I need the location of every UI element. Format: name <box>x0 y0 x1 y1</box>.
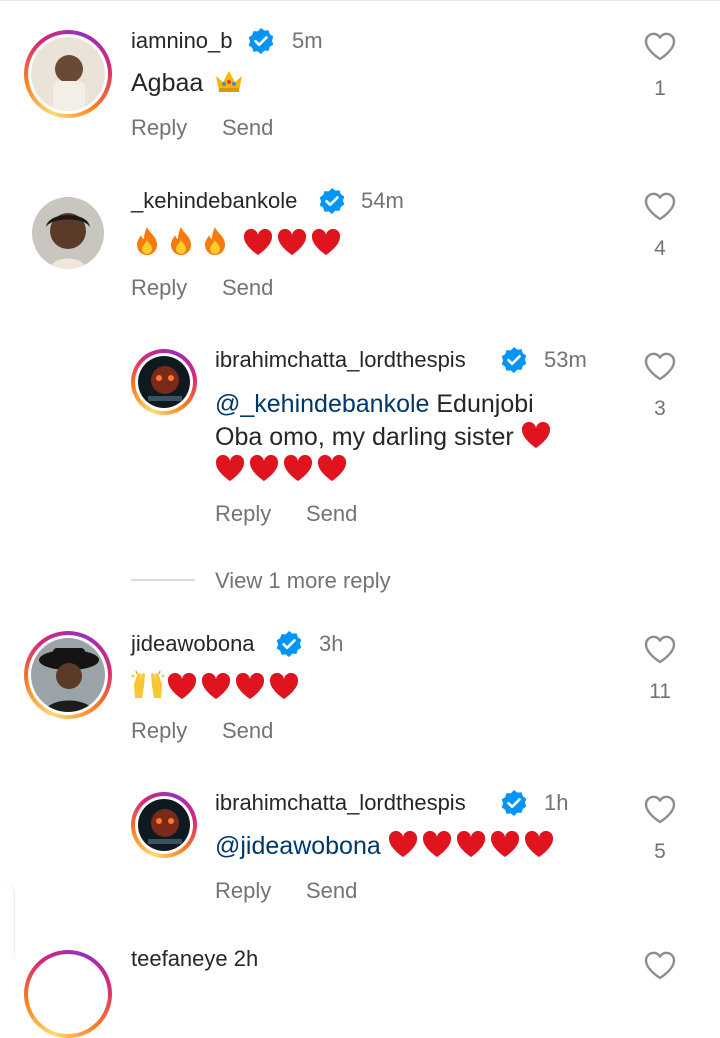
red-heart-emoji <box>277 228 307 255</box>
fire-emoji <box>137 227 157 255</box>
username[interactable]: jideawobona <box>131 631 255 657</box>
verified-badge-icon <box>248 28 274 54</box>
comment-text: @_kehindebankole Edunjobi <box>215 390 534 418</box>
left-edge-panel <box>0 880 15 958</box>
red-heart-emoji <box>521 421 550 448</box>
verified-badge-icon <box>501 347 527 373</box>
avatar-story-ring[interactable] <box>24 631 112 719</box>
red-heart-emoji <box>422 830 451 857</box>
red-heart-emoji <box>283 454 313 481</box>
avatar <box>31 37 105 111</box>
username[interactable]: _kehindebankole <box>131 188 297 214</box>
avatar-story-ring[interactable] <box>24 950 112 1038</box>
comment-text <box>134 226 345 261</box>
heart-outline-icon[interactable] <box>643 191 677 221</box>
heart-outline-icon[interactable] <box>643 634 677 664</box>
comment-text-line2: Oba omo, my darling sister <box>215 421 555 454</box>
avatar-story-ring[interactable] <box>131 792 197 858</box>
timestamp: 1h <box>544 790 569 815</box>
timestamp: 54m <box>361 188 404 213</box>
mention-link[interactable]: @_kehindebankole <box>215 390 429 418</box>
red-heart-emoji <box>201 672 231 699</box>
send-button[interactable]: Send <box>222 115 273 141</box>
red-heart-emoji <box>235 672 265 699</box>
red-heart-emoji <box>311 228 341 255</box>
red-heart-emoji <box>243 228 273 255</box>
red-heart-emoji <box>490 830 519 857</box>
like-count[interactable]: 5 <box>645 840 675 864</box>
verified-badge-icon <box>276 631 302 657</box>
reply-button[interactable]: Reply <box>215 501 271 527</box>
comment-text: @jideawobona <box>215 830 558 863</box>
red-heart-emoji <box>456 830 485 857</box>
avatar <box>31 957 105 1031</box>
red-heart-emoji <box>388 830 417 857</box>
comment-text-line3 <box>215 454 351 487</box>
avatar <box>31 638 105 712</box>
send-button[interactable]: Send <box>306 878 357 904</box>
timestamp: 53m <box>544 347 587 372</box>
avatar <box>138 356 190 408</box>
send-button[interactable]: Send <box>222 718 273 744</box>
send-button[interactable]: Send <box>222 275 273 301</box>
reply-button[interactable]: Reply <box>215 878 271 904</box>
heart-outline-icon[interactable] <box>643 351 677 381</box>
avatar[interactable] <box>32 197 104 269</box>
red-heart-emoji <box>269 672 299 699</box>
top-divider <box>0 0 720 5</box>
view-more-replies-button[interactable]: View 1 more reply <box>215 568 391 594</box>
like-count[interactable]: 11 <box>645 680 675 704</box>
username[interactable]: iamnino_b <box>131 28 233 54</box>
username[interactable]: ibrahimchatta_lordthespis <box>215 790 466 816</box>
reply-button[interactable]: Reply <box>131 275 187 301</box>
avatar-story-ring[interactable] <box>131 349 197 415</box>
red-heart-emoji <box>524 830 553 857</box>
username[interactable]: teefaneye 2h <box>131 946 258 972</box>
reply-button[interactable]: Reply <box>131 718 187 744</box>
mention-link[interactable]: @jideawobona <box>215 832 381 860</box>
view-more-divider <box>131 579 195 581</box>
fire-emoji <box>171 227 191 255</box>
red-heart-emoji <box>167 672 197 699</box>
heart-outline-icon[interactable] <box>643 950 677 980</box>
timestamp: 5m <box>292 28 323 53</box>
avatar-story-ring[interactable] <box>24 30 112 118</box>
username[interactable]: ibrahimchatta_lordthespis <box>215 347 466 373</box>
heart-outline-icon[interactable] <box>643 31 677 61</box>
reply-button[interactable]: Reply <box>131 115 187 141</box>
verified-badge-icon <box>501 790 527 816</box>
verified-badge-icon <box>319 188 345 214</box>
comment-text <box>131 670 303 705</box>
like-count[interactable]: 3 <box>645 397 675 421</box>
fire-emoji <box>205 227 225 255</box>
crown-emoji <box>216 71 243 92</box>
avatar <box>138 799 190 851</box>
like-count[interactable]: 4 <box>645 237 675 261</box>
red-heart-emoji <box>215 454 245 481</box>
timestamp: 3h <box>319 631 344 656</box>
send-button[interactable]: Send <box>306 501 357 527</box>
raised-hands-emoji <box>131 670 165 698</box>
like-count[interactable]: 1 <box>645 77 675 101</box>
heart-outline-icon[interactable] <box>643 794 677 824</box>
comment-text: Agbaa <box>131 67 244 100</box>
red-heart-emoji <box>249 454 279 481</box>
red-heart-emoji <box>317 454 347 481</box>
